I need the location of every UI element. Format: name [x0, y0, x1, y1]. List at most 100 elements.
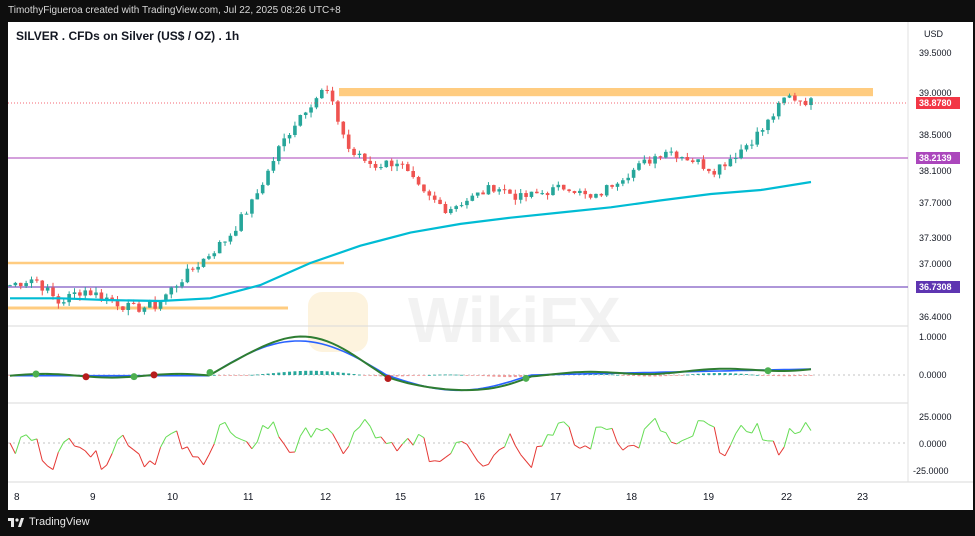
- time-tick: 22: [781, 492, 793, 503]
- histogram-bar: [309, 370, 313, 375]
- osc-segment: [756, 423, 764, 441]
- candle-body: [72, 292, 77, 294]
- osc-segment: [127, 445, 134, 451]
- histogram-bar: [750, 374, 754, 376]
- candle-body: [400, 163, 405, 165]
- histogram-bar: [642, 375, 646, 377]
- brand-name: TradingView: [29, 516, 90, 528]
- time-tick: 8: [14, 492, 20, 503]
- candles-layer: [8, 85, 813, 316]
- watermark: WikiFX: [308, 284, 621, 356]
- histogram-bar: [212, 374, 216, 376]
- oscillator-line: [9, 417, 812, 470]
- candle-body: [518, 193, 523, 200]
- osc-segment: [208, 443, 215, 456]
- histogram-bar: [486, 375, 490, 377]
- candle-body: [282, 138, 286, 147]
- histogram-bar: [314, 370, 318, 375]
- osc-segment: [57, 441, 65, 453]
- candle-body: [680, 157, 684, 159]
- candle-body: [336, 101, 340, 122]
- level-value-lower: 36.7308: [919, 282, 952, 292]
- osc-segment: [762, 439, 769, 442]
- osc-segment: [294, 435, 301, 453]
- histogram-bar: [669, 375, 673, 376]
- osc-segment: [703, 420, 710, 426]
- candle-body: [432, 195, 437, 200]
- osc-segment: [391, 442, 398, 452]
- osc-segment: [369, 426, 377, 439]
- candle-body: [201, 258, 206, 267]
- candle-body: [185, 268, 190, 283]
- osc-segment: [165, 433, 172, 438]
- candle-body: [83, 290, 88, 296]
- price-tick: 37.7000: [919, 198, 952, 208]
- level-value-upper: 38.2139: [919, 153, 952, 163]
- candle-body: [481, 192, 485, 195]
- histogram-bar: [234, 375, 238, 376]
- osc-segment: [246, 441, 253, 450]
- candle-body: [524, 193, 528, 197]
- histogram-bar: [411, 375, 415, 376]
- tradingview-logo[interactable]: TradingView: [8, 516, 90, 528]
- candle-body: [443, 203, 448, 214]
- histogram-bar: [298, 370, 302, 375]
- histogram-bar: [460, 374, 464, 376]
- price-axis[interactable]: 39.5000 39.0000 38.5000 38.1000 37.7000 …: [913, 48, 960, 476]
- candle-body: [793, 95, 797, 101]
- chart-area[interactable]: WikiFX SILVER . CFDs on Silver (US$ / OZ…: [8, 22, 973, 510]
- price-tick: 38.5000: [919, 130, 952, 140]
- osc-segment: [751, 423, 758, 434]
- osc-segment: [337, 443, 344, 454]
- osc-segment: [574, 444, 581, 449]
- candle-body: [411, 171, 415, 178]
- histogram-bar: [804, 375, 808, 376]
- candle-body: [508, 189, 512, 194]
- candle-body: [594, 193, 598, 198]
- candle-body: [610, 185, 614, 187]
- attribution-text: TimothyFigueroa created with TradingView…: [8, 5, 341, 16]
- watermark-text: WikiFX: [408, 284, 621, 356]
- osc-segment: [708, 424, 715, 428]
- macd-cross-dot: [384, 375, 392, 383]
- osc-segment: [272, 421, 280, 437]
- osc-segment: [203, 454, 210, 466]
- candle-body: [728, 158, 733, 167]
- candle-body: [330, 90, 335, 102]
- histogram-bar: [610, 374, 614, 376]
- osc-segment: [692, 420, 699, 437]
- candle-body: [61, 302, 66, 304]
- candle-body: [298, 115, 303, 126]
- osc-segment: [778, 446, 785, 456]
- time-axis[interactable]: 8 9 10 11 12 15 16 17 18 19 22 23: [14, 492, 869, 503]
- osc-segment: [386, 441, 392, 445]
- osc-segment: [380, 436, 387, 444]
- candle-body: [631, 169, 636, 178]
- histogram-bar: [675, 375, 679, 376]
- candle-body: [798, 100, 803, 102]
- histogram-bar: [492, 375, 496, 377]
- candle-body: [422, 184, 426, 192]
- osc-segment: [310, 428, 317, 438]
- price-tick: 37.3000: [919, 233, 952, 243]
- osc-segment: [547, 434, 554, 436]
- osc-segment: [84, 450, 92, 458]
- osc-segment: [186, 446, 194, 457]
- candle-body: [583, 190, 588, 195]
- chart-svg[interactable]: WikiFX SILVER . CFDs on Silver (US$ / OZ…: [8, 22, 973, 510]
- osc-segment: [9, 442, 16, 454]
- candle-body: [707, 168, 711, 172]
- osc-segment: [63, 437, 70, 443]
- candle-body: [223, 241, 227, 243]
- osc-segment: [154, 447, 162, 465]
- candle-body: [389, 160, 394, 167]
- osc-segment: [643, 423, 651, 430]
- histogram-bar: [223, 375, 227, 376]
- attribution-bar: TimothyFigueroa created with TradingView…: [0, 0, 975, 22]
- osc-segment: [584, 445, 591, 450]
- osc-tick: -25.0000: [913, 466, 949, 476]
- histogram-bar: [438, 374, 442, 376]
- histogram-bar: [454, 374, 458, 376]
- histogram-bar: [481, 375, 485, 377]
- candle-body: [776, 102, 781, 117]
